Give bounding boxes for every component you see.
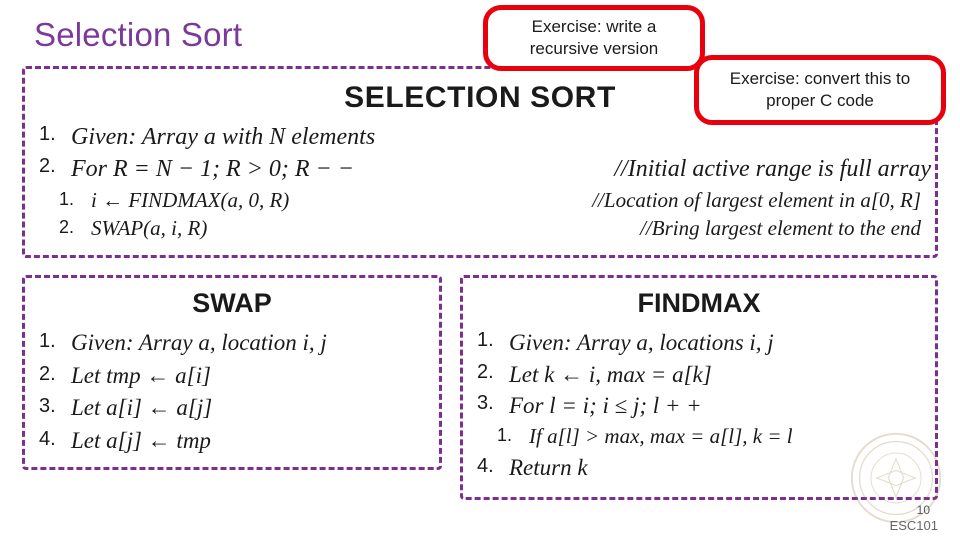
step-comment: //Initial active range is full array [614,156,931,183]
callout-convert-c-code: Exercise: convert this to proper C code [694,55,946,125]
slide-canvas: Selection Sort SELECTION SORT 1. Given: … [0,0,960,540]
list-item: 1. Given: Array a, location i, j [37,327,439,360]
step-code: Let a[j] ← tmp [71,427,211,453]
list-item: 1. Given: Array a, locations i, j [475,327,935,359]
substep-comment: //Bring largest element to the end [640,215,921,240]
list-item: 2. Let k ← i, max = a[k] [475,359,935,391]
step-number: 1. [39,330,56,352]
step-number: 3. [477,392,494,415]
substep-number: 2. [59,216,75,237]
step-number: 2. [477,360,494,383]
step-code: For R = N − 1; R > 0; R − − [71,156,354,183]
findmax-steps: 1. Given: Array a, locations i, j 2. Let… [463,327,935,422]
step-code: Let tmp ← a[i] [71,362,211,388]
swap-heading: SWAP [192,288,272,318]
step-code: Let a[i] ← a[j] [71,395,213,421]
slide-number: 10 [916,503,930,517]
list-item: 1. Given: Array a with N elements [37,121,935,153]
step-code: Return k [509,454,588,480]
callout-recursive-text: Exercise: write a recursive version [529,17,659,58]
list-item: 2. For R = N − 1; R > 0; R − − //Initial… [37,153,935,185]
substep-code: i ← FINDMAX(a, 0, R) [91,187,290,212]
selection-sort-substeps: 1. i ← FINDMAX(a, 0, R) //Location of la… [55,187,935,242]
substep-number: 1. [497,425,513,446]
selection-sort-steps: 1. Given: Array a with N elements 2. For… [25,121,935,186]
findmax-heading: FINDMAX [637,288,761,318]
list-item: 2. SWAP(a, i, R) //Bring largest element… [55,215,935,243]
step-number: 4. [39,427,56,450]
step-code: For l = i; i ≤ j; l + + [509,393,702,419]
callout-recursive-version: Exercise: write a recursive version [483,5,705,71]
list-item: 1. i ← FINDMAX(a, 0, R) //Location of la… [55,187,935,215]
step-code: Given: Array a, location i, j [71,330,327,355]
list-item: 4. Let a[j] ← tmp [37,425,439,458]
swap-box: SWAP 1. Given: Array a, location i, j 2.… [22,275,442,470]
page-title: Selection Sort [34,16,243,53]
substep-code: If a[l] > max, max = a[l], k = l [529,424,793,449]
list-item: 3. For l = i; i ≤ j; l + + [475,390,935,422]
step-code: Given: Array a, locations i, j [509,330,774,355]
substep-code: SWAP(a, i, R) [91,215,208,240]
step-number: 2. [39,155,56,178]
swap-steps: 1. Given: Array a, location i, j 2. Let … [25,327,439,458]
course-code: ESC101 [889,518,938,533]
step-number: 3. [39,395,56,418]
callout-c-code-text: Exercise: convert this to proper C code [729,69,911,110]
list-item: 2. Let tmp ← a[i] [37,360,439,393]
step-number: 4. [477,454,494,477]
step-number: 1. [477,329,494,351]
step-code: Let k ← i, max = a[k] [509,361,712,387]
substep-comment: //Location of largest element in a[0, R] [592,187,921,212]
list-item: 3. Let a[i] ← a[j] [37,392,439,425]
step-number: 2. [39,362,56,385]
substep-number: 1. [59,188,75,209]
step-code: Given: Array a with N elements [71,124,376,150]
step-number: 1. [39,123,56,145]
